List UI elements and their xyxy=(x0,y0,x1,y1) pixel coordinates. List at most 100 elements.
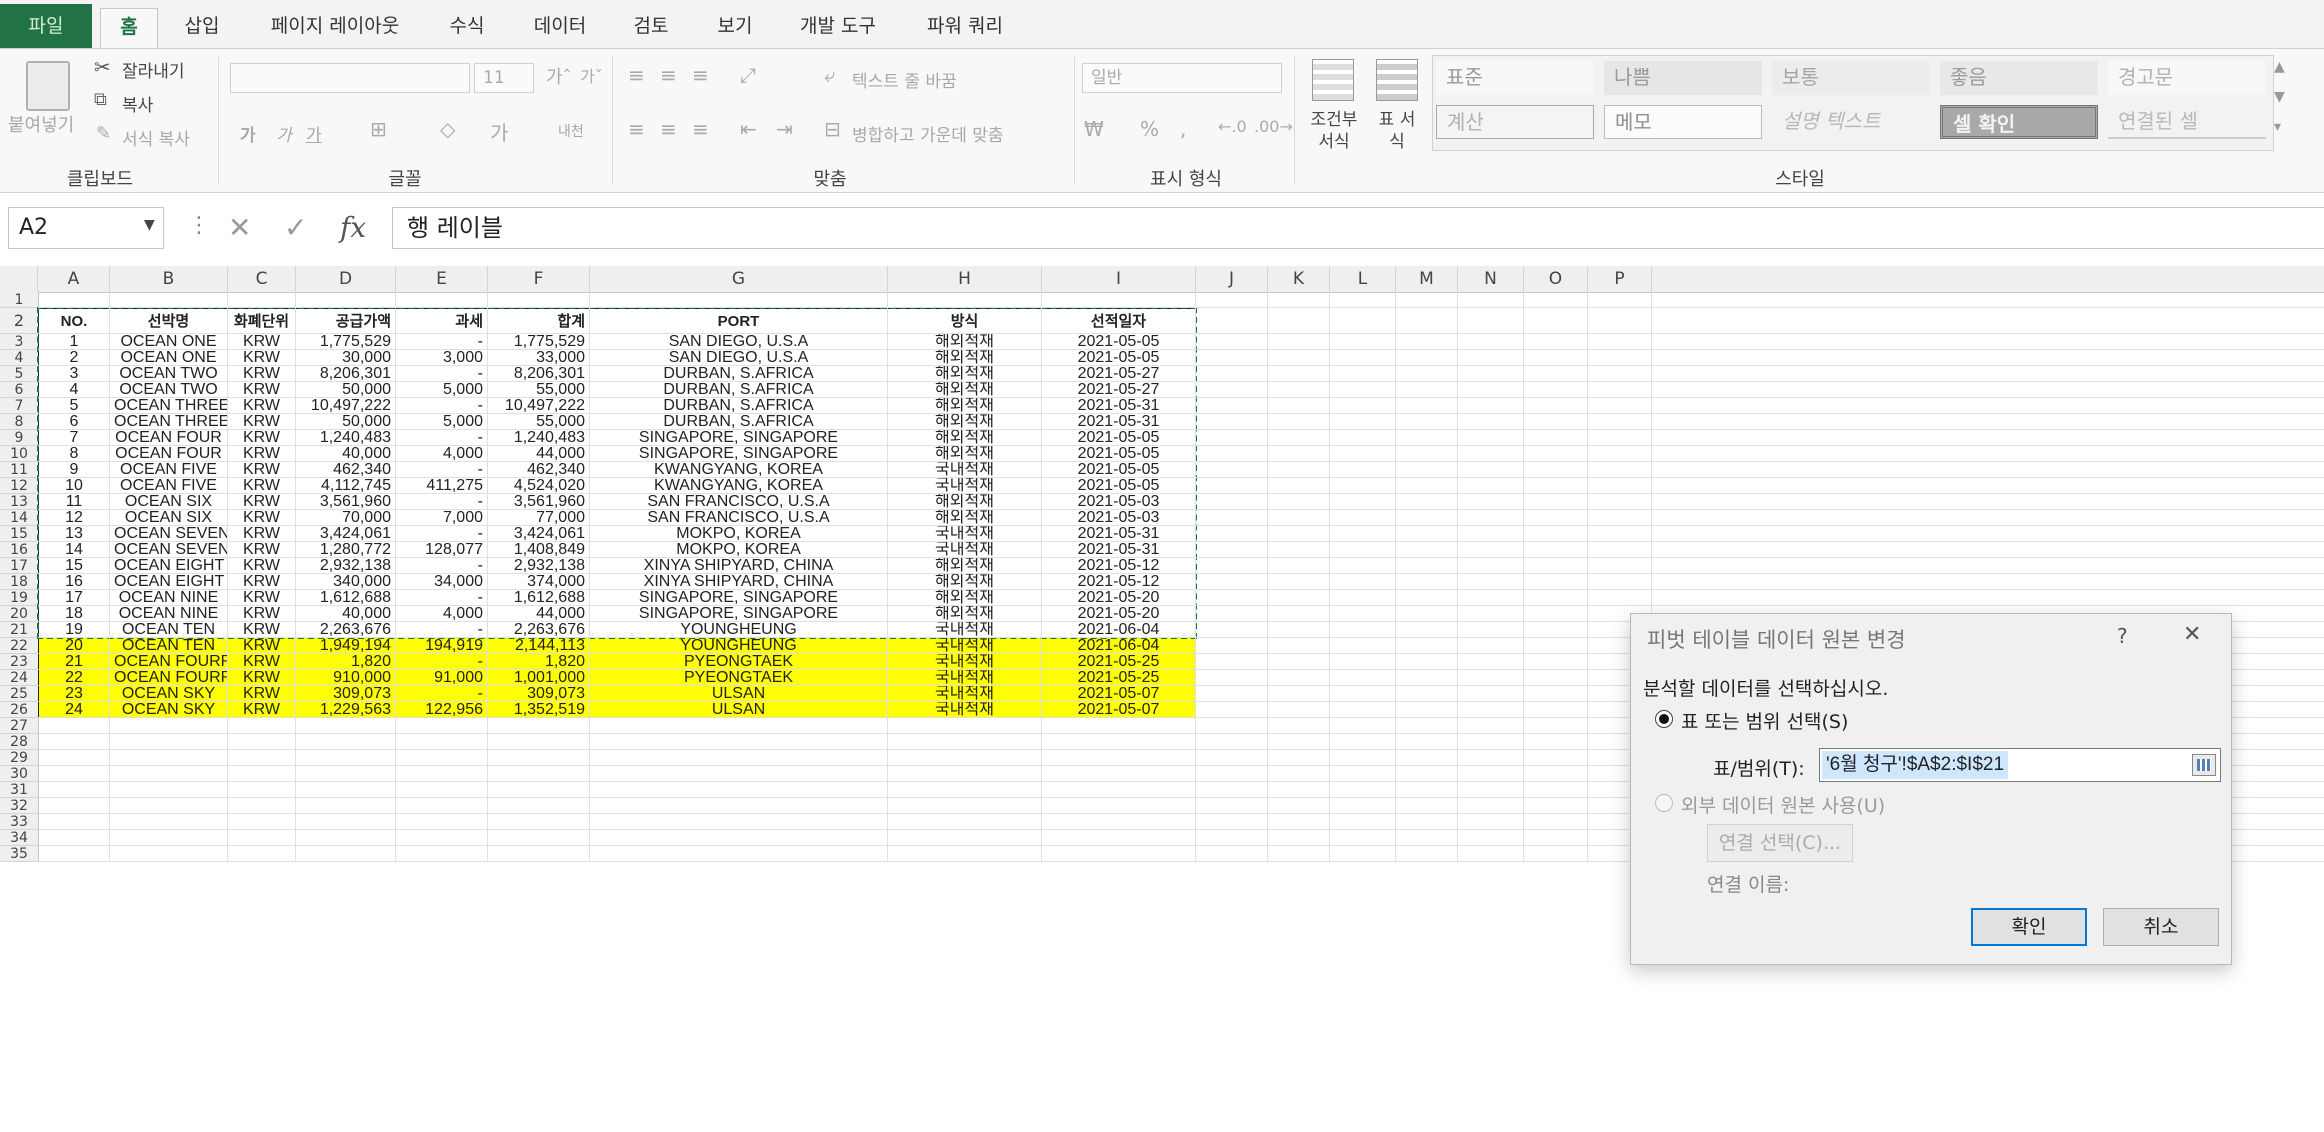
row-header-28[interactable]: 28 xyxy=(0,734,38,750)
table-cell[interactable]: 1,001,000 xyxy=(488,670,590,686)
more-options-icon[interactable]: ⋮ xyxy=(188,213,210,238)
table-cell[interactable]: 2021-06-04 xyxy=(1042,622,1196,638)
table-cell[interactable]: - xyxy=(396,366,488,382)
table-cell[interactable]: KRW xyxy=(228,350,296,366)
row-header-2[interactable]: 2 xyxy=(0,308,38,334)
table-cell[interactable]: 2021-05-31 xyxy=(1042,526,1196,542)
table-cell[interactable]: 3,561,960 xyxy=(488,494,590,510)
table-cell[interactable]: 22 xyxy=(38,670,110,686)
row-header-19[interactable]: 19 xyxy=(0,590,38,606)
table-cell[interactable]: 해외적재 xyxy=(888,334,1042,350)
table-cell[interactable]: KRW xyxy=(228,446,296,462)
name-box[interactable]: A2 xyxy=(8,207,164,249)
range-collapse-icon[interactable] xyxy=(2192,754,2216,776)
table-cell[interactable]: OCEAN ONE xyxy=(110,334,228,350)
table-cell[interactable]: OCEAN SEVEN xyxy=(110,542,228,558)
column-header-n[interactable]: N xyxy=(1458,266,1524,292)
align-left-icon[interactable]: ≡ xyxy=(628,117,645,141)
table-cell[interactable]: 44,000 xyxy=(488,606,590,622)
table-cell[interactable]: 10,497,222 xyxy=(488,398,590,414)
range-select-label[interactable]: 표 또는 범위 선택(S) xyxy=(1681,707,1848,734)
column-header-a[interactable]: A xyxy=(38,266,110,292)
font-grow-icon[interactable]: 가ˆ xyxy=(546,63,572,89)
table-cell[interactable]: MOKPO, KOREA xyxy=(590,542,888,558)
table-cell[interactable]: KRW xyxy=(228,702,296,718)
style-calculation[interactable]: 계산 xyxy=(1436,105,1594,139)
table-cell[interactable]: OCEAN SIX xyxy=(110,510,228,526)
table-cell[interactable]: 1,612,688 xyxy=(296,590,396,606)
orientation-icon[interactable]: ⤢ xyxy=(740,63,756,87)
table-cell[interactable]: 11 xyxy=(38,494,110,510)
table-cell[interactable]: KRW xyxy=(228,670,296,686)
table-cell[interactable]: 2021-05-05 xyxy=(1042,462,1196,478)
underline-button[interactable]: 가 xyxy=(306,121,322,146)
radio-range-select[interactable] xyxy=(1655,710,1673,728)
table-cell[interactable]: 910,000 xyxy=(296,670,396,686)
table-cell[interactable]: 2021-05-27 xyxy=(1042,382,1196,398)
table-cell[interactable]: 국내적재 xyxy=(888,526,1042,542)
row-header-7[interactable]: 7 xyxy=(0,398,38,414)
table-cell[interactable]: 2,932,138 xyxy=(488,558,590,574)
table-cell[interactable]: 2021-05-05 xyxy=(1042,334,1196,350)
table-cell[interactable]: MOKPO, KOREA xyxy=(590,526,888,542)
formula-input[interactable]: 행 레이블 xyxy=(392,207,2324,249)
cut-button[interactable]: 잘라내기 xyxy=(122,57,185,82)
align-middle-icon[interactable]: ≡ xyxy=(660,63,677,87)
format-as-table-button[interactable]: 표 서식 xyxy=(1372,109,1422,153)
fill-color-icon[interactable]: ◇ xyxy=(440,117,455,141)
table-cell[interactable]: OCEAN FOURRISE xyxy=(110,670,228,686)
table-cell[interactable]: 18 xyxy=(38,606,110,622)
table-cell[interactable]: - xyxy=(396,558,488,574)
decrease-decimal-icon[interactable]: .00→ xyxy=(1254,117,1293,136)
table-cell[interactable]: DURBAN, S.AFRICA xyxy=(590,414,888,430)
row-header-20[interactable]: 20 xyxy=(0,606,38,622)
table-cell[interactable]: 2021-06-04 xyxy=(1042,638,1196,654)
table-cell[interactable]: OCEAN THREE xyxy=(110,398,228,414)
table-cell[interactable]: OCEAN SEVEN xyxy=(110,526,228,542)
table-cell[interactable]: 1 xyxy=(38,334,110,350)
table-cell[interactable]: KRW xyxy=(228,478,296,494)
table-cell[interactable]: SINGAPORE, SINGAPORE xyxy=(590,446,888,462)
paste-button[interactable]: 붙여넣기 xyxy=(8,111,74,137)
style-explanatory[interactable]: 설명 텍스트 xyxy=(1772,105,1930,139)
font-size-combo[interactable]: 11 xyxy=(474,63,534,93)
table-cell[interactable]: 해외적재 xyxy=(888,446,1042,462)
row-header-16[interactable]: 16 xyxy=(0,542,38,558)
column-header-m[interactable]: M xyxy=(1396,266,1458,292)
table-cell[interactable]: 해외적재 xyxy=(888,590,1042,606)
table-cell[interactable]: 해외적재 xyxy=(888,350,1042,366)
table-cell[interactable]: OCEAN TEN xyxy=(110,622,228,638)
table-cell[interactable]: KRW xyxy=(228,686,296,702)
table-cell[interactable]: 국내적재 xyxy=(888,654,1042,670)
table-cell[interactable]: 411,275 xyxy=(396,478,488,494)
table-cell[interactable]: ULSAN xyxy=(590,702,888,718)
align-right-icon[interactable]: ≡ xyxy=(692,117,709,141)
phonetic-button[interactable]: 내천 xyxy=(558,121,584,141)
column-header-k[interactable]: K xyxy=(1268,266,1330,292)
table-cell[interactable]: 462,340 xyxy=(296,462,396,478)
table-cell[interactable]: 해외적재 xyxy=(888,606,1042,622)
accounting-format-icon[interactable]: ₩ xyxy=(1084,117,1104,141)
table-cell[interactable]: 2021-05-12 xyxy=(1042,558,1196,574)
tab-file[interactable]: 파일 xyxy=(0,4,92,48)
table-cell[interactable]: 4,524,020 xyxy=(488,478,590,494)
row-header-15[interactable]: 15 xyxy=(0,526,38,542)
column-header-j[interactable]: J xyxy=(1196,266,1268,292)
table-cell[interactable]: OCEAN FIVE xyxy=(110,462,228,478)
help-button[interactable]: ? xyxy=(2117,624,2128,648)
table-cell[interactable]: 12 xyxy=(38,510,110,526)
table-cell[interactable]: 194,919 xyxy=(396,638,488,654)
table-cell[interactable]: 국내적재 xyxy=(888,622,1042,638)
indent-increase-icon[interactable]: ⇥ xyxy=(776,117,793,141)
table-cell[interactable]: 2021-05-20 xyxy=(1042,606,1196,622)
table-cell[interactable]: 1,352,519 xyxy=(488,702,590,718)
table-cell[interactable]: 7 xyxy=(38,430,110,446)
comma-style-icon[interactable]: , xyxy=(1180,117,1186,141)
table-cell[interactable]: 해외적재 xyxy=(888,382,1042,398)
style-check-cell[interactable]: 셀 확인 xyxy=(1940,105,2098,139)
table-cell[interactable]: 해외적재 xyxy=(888,510,1042,526)
table-cell[interactable]: 1,408,849 xyxy=(488,542,590,558)
copy-button[interactable]: 복사 xyxy=(122,91,153,116)
table-cell[interactable]: 309,073 xyxy=(488,686,590,702)
table-cell[interactable]: 14 xyxy=(38,542,110,558)
